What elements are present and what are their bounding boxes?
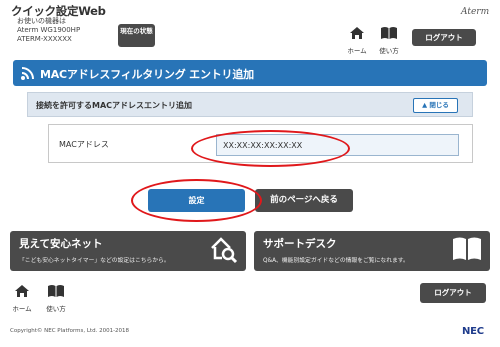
footer-home-label: ホーム bbox=[12, 305, 32, 313]
wifi-icon bbox=[21, 67, 34, 80]
device-model: Aterm WG1900HP bbox=[17, 26, 81, 34]
header: クイック設定Web お使いの機器は Aterm WG1900HP ATERM-X… bbox=[0, 0, 500, 55]
back-button[interactable]: 前のページへ戻る bbox=[255, 189, 353, 212]
logout-button[interactable]: ログアウト bbox=[412, 29, 476, 46]
book-icon bbox=[381, 27, 397, 39]
status-button[interactable]: 現在の状態 bbox=[118, 24, 155, 47]
mieru-anshin-banner[interactable]: 見えて安心ネット 「こども安心ネットタイマー」などの設定はこちらから。 bbox=[10, 231, 246, 271]
page-title: MACアドレスフィルタリング エントリ追加 bbox=[40, 68, 254, 81]
home-icon bbox=[15, 285, 29, 297]
footer-home-button[interactable]: ホーム bbox=[10, 283, 34, 313]
copyright-text: Copyright© NEC Platforms, Ltd. 2001-2018 bbox=[10, 328, 130, 334]
home-label: ホーム bbox=[347, 47, 367, 55]
mac-address-input[interactable] bbox=[216, 134, 459, 156]
section-heading: 接続を許可するMACアドレスエントリ追加 bbox=[36, 101, 193, 110]
mac-address-row: MACアドレス bbox=[48, 124, 473, 163]
banner-title: サポートデスク bbox=[263, 238, 337, 250]
close-button[interactable]: ▲ 閉じる bbox=[413, 98, 458, 113]
book-icon bbox=[48, 285, 64, 297]
save-button[interactable]: 設定 bbox=[148, 189, 245, 212]
footer-logout-button[interactable]: ログアウト bbox=[420, 283, 486, 303]
nec-logo: NEC bbox=[462, 326, 484, 337]
device-ssid: ATERM-XXXXXX bbox=[17, 35, 72, 43]
house-search-icon bbox=[211, 237, 238, 264]
page-title-bar: MACアドレスフィルタリング エントリ追加 bbox=[13, 60, 487, 86]
home-icon bbox=[350, 27, 364, 39]
support-desk-banner[interactable]: サポートデスク Q&A、機能別設定ガイドなどの情報をご覧になれます。 bbox=[254, 231, 490, 271]
home-button[interactable]: ホーム bbox=[345, 25, 369, 55]
howto-label: 使い方 bbox=[379, 47, 399, 55]
mac-address-label: MACアドレス bbox=[59, 140, 109, 149]
device-label: お使いの機器は bbox=[17, 17, 66, 25]
banner-desc: 「こども安心ネットタイマー」などの設定はこちらから。 bbox=[19, 258, 170, 264]
footer-howto-label: 使い方 bbox=[46, 305, 66, 313]
section-header: 接続を許可するMACアドレスエントリ追加 ▲ 閉じる bbox=[27, 92, 473, 117]
close-label: 閉じる bbox=[429, 101, 449, 109]
open-book-icon bbox=[453, 237, 481, 260]
banner-title: 見えて安心ネット bbox=[19, 238, 103, 250]
mac-entry-section: 接続を許可するMACアドレスエントリ追加 ▲ 閉じる MACアドレス bbox=[27, 92, 473, 171]
howto-button[interactable]: 使い方 bbox=[377, 25, 401, 55]
banner-desc: Q&A、機能別設定ガイドなどの情報をご覧になれます。 bbox=[263, 258, 409, 264]
brand-logo: Aterm bbox=[461, 7, 490, 17]
footer-howto-button[interactable]: 使い方 bbox=[44, 283, 68, 313]
